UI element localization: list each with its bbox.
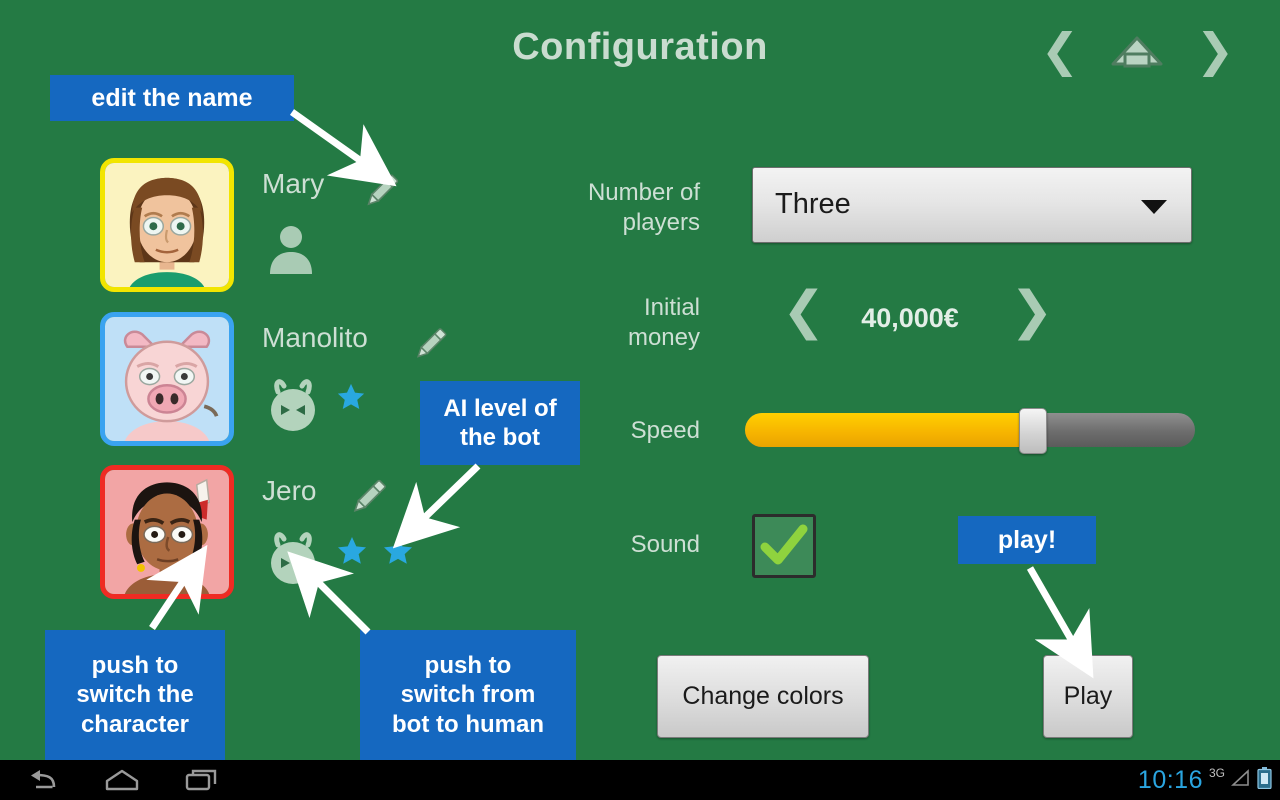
callout-line: AI level of: [443, 394, 557, 422]
nav-previous-button[interactable]: ❮: [1030, 20, 1090, 80]
callout-switch-character: push to switch the character: [45, 630, 225, 760]
initial-money-value: 40,000€: [861, 303, 959, 333]
initial-money-label: Initial money: [460, 293, 700, 353]
sound-label: Sound: [630, 531, 700, 558]
initial-money-stepper: ❮ 40,000€ ❯: [770, 285, 1054, 363]
nav-next-button[interactable]: ❯: [1185, 20, 1245, 80]
arrow-ai-level: [392, 463, 481, 549]
callout-ai-level: AI level of the bot: [420, 381, 580, 465]
player-type-bot-icon-manolito[interactable]: [262, 374, 324, 441]
native-man-avatar: [105, 470, 229, 594]
change-colors-button[interactable]: Change colors: [657, 655, 869, 738]
callout-switch-bot-to-human: push to switch from bot to human: [360, 630, 576, 760]
battery-icon: [1257, 766, 1272, 794]
player-avatar-mary[interactable]: [100, 158, 234, 292]
number-of-players-value: Three: [775, 188, 851, 220]
label-line: money: [627, 324, 700, 351]
callout-edit-name: edit the name: [50, 75, 294, 121]
player-type-human-icon-mary[interactable]: [262, 220, 320, 283]
home-icon: [1108, 26, 1166, 75]
star-icon: [384, 537, 412, 564]
player-type-bot-icon-jero[interactable]: [262, 527, 324, 594]
number-of-players-label: Number of players: [460, 178, 700, 238]
arrow-play: [1026, 566, 1094, 679]
status-bar-right: 10:16 3G: [1138, 760, 1272, 800]
player-name-jero: Jero: [262, 475, 317, 506]
callout-line: bot to human: [392, 710, 544, 738]
number-of-players-select[interactable]: Three: [752, 167, 1192, 243]
signal-icon: [1230, 768, 1251, 793]
callout-line: switch the: [76, 681, 194, 709]
ai-level-stars-jero: [336, 535, 414, 567]
player-name-mary: Mary: [262, 168, 325, 199]
callout-line: character: [80, 710, 190, 738]
nav-home-button[interactable]: [1107, 20, 1167, 80]
back-icon[interactable]: [10, 764, 74, 796]
initial-money-increase-button[interactable]: ❯: [1010, 285, 1054, 337]
callout-line: the bot: [460, 424, 540, 451]
network-type-label: 3G: [1208, 766, 1225, 780]
speed-slider[interactable]: [745, 408, 1195, 454]
status-clock: 10:16: [1137, 765, 1203, 794]
label-line: Number of: [587, 179, 700, 206]
sound-checkbox[interactable]: [752, 514, 816, 578]
callout-line: push to: [91, 652, 179, 680]
android-navigation-bar: 10:16 3G: [0, 760, 1280, 800]
edit-name-pencil-icon-mary[interactable]: [358, 168, 404, 219]
label-line: players: [622, 209, 700, 236]
pig-avatar: [105, 317, 229, 441]
ai-level-stars-manolito: [336, 382, 366, 412]
callout-line: push to: [424, 652, 512, 680]
speed-slider-thumb[interactable]: [1019, 408, 1047, 454]
chevron-down-icon: [1141, 200, 1167, 214]
star-icon: [338, 537, 366, 564]
chevron-right-icon: ❯: [1195, 23, 1235, 77]
player-name-manolito: Manolito: [262, 322, 368, 353]
woman-avatar: [105, 163, 229, 287]
star-icon: [337, 383, 365, 409]
recent-apps-icon[interactable]: [170, 764, 234, 796]
player-avatar-manolito[interactable]: [100, 312, 234, 446]
checkmark-icon: [760, 524, 808, 565]
arrow-edit-name: [289, 109, 397, 187]
play-button[interactable]: Play: [1043, 655, 1133, 738]
chevron-left-icon: ❮: [1040, 23, 1080, 77]
configuration-screen: Configuration ❮ ❯ Mary Manolito Jero Num…: [0, 0, 1280, 800]
edit-name-pencil-icon-jero[interactable]: [344, 473, 392, 526]
callout-play: play!: [958, 516, 1096, 564]
speed-slider-fill: [745, 413, 1033, 447]
callout-line: switch from: [400, 681, 536, 709]
player-avatar-jero[interactable]: [100, 465, 234, 599]
label-line: Initial: [643, 294, 700, 321]
edit-name-pencil-icon-manolito[interactable]: [408, 322, 452, 371]
home-icon[interactable]: [90, 764, 154, 796]
